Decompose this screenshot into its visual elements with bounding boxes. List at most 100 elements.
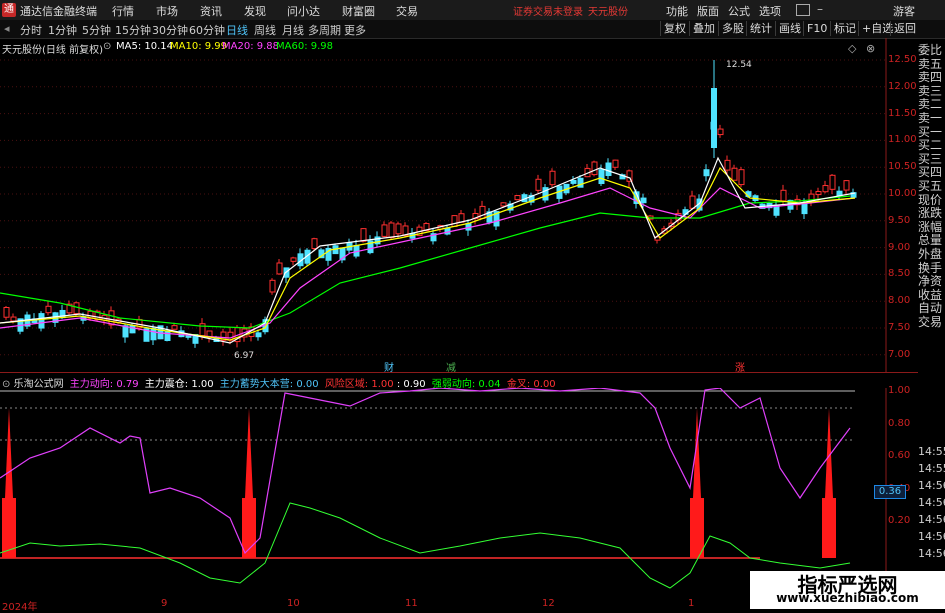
- period-bar: ◂ 分时 1分钟 5分钟 15分钟 30分钟 60分钟 日线 周线 月线 多周期…: [0, 20, 945, 39]
- signal-bar: [822, 498, 836, 558]
- quote-field-label[interactable]: 买三: [918, 152, 945, 167]
- minimize-icon[interactable]: –: [817, 2, 823, 16]
- guest-label[interactable]: 游客: [893, 3, 915, 19]
- quote-field-label[interactable]: 委比: [918, 43, 945, 58]
- multi-stock-button[interactable]: 多股: [718, 21, 747, 36]
- price-chart[interactable]: [0, 38, 918, 372]
- time-entry: 14:56: [918, 547, 945, 560]
- watermark: 指标严选网 www.xuezhibiao.com: [750, 571, 945, 609]
- candle-body: [689, 195, 696, 209]
- quote-field-label[interactable]: 涨幅: [918, 220, 945, 235]
- period-60min[interactable]: 60分钟: [189, 22, 225, 38]
- candle-body: [829, 174, 836, 190]
- period-more[interactable]: 更多: [344, 22, 366, 38]
- overlay-button[interactable]: 叠加: [689, 21, 718, 36]
- mark-button[interactable]: 标记: [830, 21, 859, 36]
- quote-field-label[interactable]: 自动: [918, 302, 945, 316]
- price-tick-label: 11.50: [888, 107, 917, 119]
- candle-body: [780, 189, 787, 202]
- price-tick-label: 8.00: [888, 295, 911, 307]
- candle-body: [164, 330, 171, 342]
- quote-field-label[interactable]: 卖三: [918, 84, 945, 99]
- indicator-axis: 1.000.800.600.400.20: [888, 385, 918, 558]
- candle-body: [815, 191, 822, 196]
- menu-news[interactable]: 资讯: [200, 3, 222, 19]
- menu-function[interactable]: 功能: [666, 3, 688, 19]
- period-monthly[interactable]: 月线: [282, 22, 304, 38]
- notice-stock-name[interactable]: 天元股份: [588, 3, 628, 18]
- period-5min[interactable]: 5分钟: [82, 22, 111, 38]
- candle-body: [598, 169, 605, 185]
- candle-body: [3, 306, 10, 318]
- price-tick-label: 10.00: [888, 188, 917, 199]
- quote-field-label[interactable]: 卖二: [918, 98, 945, 112]
- period-15min[interactable]: 15分钟: [115, 22, 151, 38]
- stats-button[interactable]: 统计: [746, 21, 775, 36]
- quote-field-label[interactable]: 收益: [918, 288, 945, 303]
- f10-button[interactable]: F10: [803, 21, 830, 36]
- candle-body: [711, 88, 717, 148]
- candle-body: [374, 236, 381, 245]
- menu-formula[interactable]: 公式: [728, 3, 750, 19]
- candle-body: [73, 302, 80, 315]
- adjust-button[interactable]: 复权: [660, 21, 689, 36]
- candle-body: [45, 305, 52, 314]
- quote-field-label[interactable]: 买五: [918, 179, 945, 194]
- quote-field-label[interactable]: 买一: [918, 125, 945, 140]
- quote-side-panel: 委比 卖五 卖四 卖三 卖二 卖一 买一 买二 买三 买四 买五 现价 涨跌 涨幅 总量 外盘 换手 净资 收益 自动…: [918, 43, 945, 330]
- candle-body: [605, 162, 612, 177]
- date-label: 10: [287, 598, 300, 609]
- signal-bar: [690, 498, 704, 558]
- menu-layout[interactable]: 版面: [697, 3, 719, 19]
- candle-body: [360, 228, 367, 242]
- period-30min[interactable]: 30分钟: [152, 22, 188, 38]
- screen-icon[interactable]: [796, 4, 810, 16]
- collapse-icon[interactable]: ◂: [4, 22, 10, 35]
- indicator-chart[interactable]: [0, 388, 918, 598]
- quote-field-label[interactable]: 净资: [918, 274, 945, 289]
- price-tick-label: 7.00: [888, 348, 911, 360]
- quote-field-label[interactable]: 总量: [918, 234, 945, 248]
- trade-login-notice[interactable]: 证券交易未登录: [513, 3, 583, 18]
- quote-field-label[interactable]: 卖四: [918, 71, 945, 85]
- quote-field-label[interactable]: 卖一: [918, 111, 945, 126]
- candle-body: [395, 223, 402, 235]
- period-weekly[interactable]: 周线: [254, 22, 276, 38]
- menu-discover[interactable]: 发现: [244, 3, 266, 19]
- time-entry: 14:56: [918, 479, 945, 492]
- signal-spike: [245, 408, 253, 498]
- menu-ask-xiaoda[interactable]: 问小达: [287, 3, 320, 19]
- candle-body: [171, 325, 178, 330]
- menu-options[interactable]: 选项: [759, 3, 781, 19]
- quote-field-label[interactable]: 换手: [918, 261, 945, 276]
- candle-body: [724, 159, 731, 171]
- period-intraday[interactable]: 分时: [20, 22, 42, 38]
- menu-bar: 通 通达信金融终端 行情 市场 资讯 发现 问小达 财富圈 交易 证券交易未登录…: [0, 0, 945, 21]
- quote-field-label[interactable]: 外盘: [918, 247, 945, 262]
- time-entry: 14:56: [918, 496, 945, 509]
- time-entry: 14:55: [918, 445, 945, 458]
- time-entry: 14:56: [918, 513, 945, 526]
- period-1min[interactable]: 1分钟: [48, 22, 77, 38]
- back-button[interactable]: 返回: [890, 21, 919, 36]
- quote-field-label[interactable]: 涨跌: [918, 207, 945, 221]
- date-label: 12: [542, 598, 555, 609]
- period-multi[interactable]: 多周期: [308, 22, 341, 38]
- price-axis: 12.50 12.00 11.50 11.00 10.50 10.00 9.50 9.00 8.…: [888, 38, 918, 372]
- menu-trade[interactable]: 交易: [396, 3, 418, 19]
- draw-line-button[interactable]: 画线: [775, 21, 804, 36]
- indicator-tick-label: 0.80: [888, 417, 911, 429]
- quote-field-label[interactable]: 卖五: [918, 57, 945, 72]
- menu-wealth-circle[interactable]: 财富圈: [342, 3, 375, 19]
- period-daily[interactable]: 日线: [226, 22, 248, 38]
- quote-field-label[interactable]: 买二: [918, 139, 945, 153]
- quote-field-label[interactable]: 买四: [918, 166, 945, 180]
- price-tick-label: 7.50: [888, 322, 911, 333]
- candle-body: [129, 325, 136, 334]
- indicator-tick-label: 0.60: [888, 450, 911, 461]
- candle-body: [731, 167, 738, 181]
- menu-quotes[interactable]: 行情: [112, 3, 134, 19]
- price-tick-label: 9.00: [888, 241, 911, 253]
- quote-field-label[interactable]: 交易: [918, 315, 945, 330]
- menu-market[interactable]: 市场: [156, 3, 178, 19]
